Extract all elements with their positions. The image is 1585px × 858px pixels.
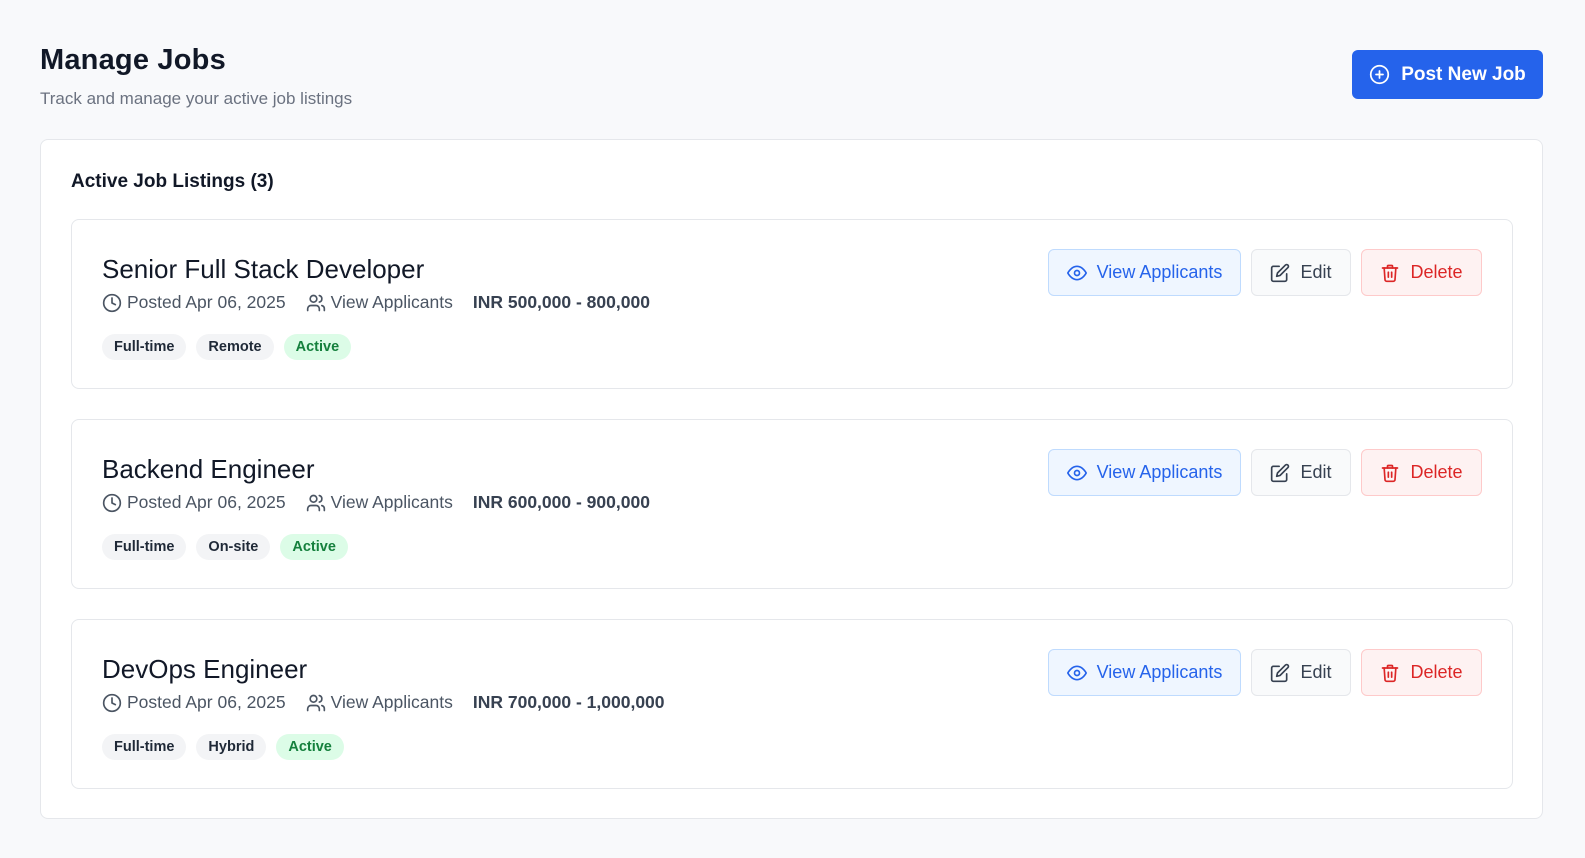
work-mode-tag: On-site (196, 534, 271, 560)
job-actions: View Applicants Edit Delete (1048, 649, 1482, 696)
applicants-link-text: View Applicants (330, 692, 453, 712)
view-applicants-button[interactable]: View Applicants (1048, 649, 1241, 696)
listings-title: Active Job Listings (3) (71, 171, 274, 192)
posted-date: Posted Apr 06, 2025 (102, 492, 286, 513)
clock-icon (102, 693, 122, 712)
delete-button[interactable]: Delete (1361, 449, 1482, 496)
view-applicants-label: View Applicants (1096, 262, 1223, 282)
page-subtitle: Track and manage your active job listing… (40, 89, 353, 108)
eye-icon (1066, 665, 1087, 680)
applicants-link[interactable]: View Applicants (306, 292, 453, 313)
view-applicants-button[interactable]: View Applicants (1048, 249, 1241, 296)
edit-button[interactable]: Edit (1251, 449, 1351, 496)
edit-button[interactable]: Edit (1251, 249, 1351, 296)
job-title: DevOps Engineer (102, 654, 308, 684)
employment-type-tag: Full-time (102, 734, 187, 760)
posted-date-text: Posted Apr 06, 2025 (127, 492, 286, 512)
job-tags: Full-time Remote Active (102, 334, 352, 360)
job-tags: Full-time On-site Active (102, 534, 348, 560)
posted-date: Posted Apr 06, 2025 (102, 692, 286, 713)
trash-icon (1382, 464, 1399, 482)
employment-type-tag: Full-time (102, 334, 187, 360)
eye-icon (1066, 265, 1087, 280)
delete-label: Delete (1410, 462, 1463, 482)
employment-type-tag: Full-time (102, 534, 187, 560)
job-tags: Full-time Hybrid Active (102, 734, 344, 760)
clock-icon (102, 293, 122, 312)
users-icon (306, 294, 325, 311)
edit-icon (1271, 263, 1290, 282)
posted-date-text: Posted Apr 06, 2025 (127, 292, 286, 312)
trash-icon (1382, 264, 1399, 282)
status-badge: Active (280, 534, 348, 560)
eye-icon (1066, 465, 1087, 480)
users-icon (306, 694, 325, 711)
delete-button[interactable]: Delete (1361, 649, 1482, 696)
job-meta: Posted Apr 06, 2025 View Applicants INR … (102, 292, 650, 313)
post-new-job-label: Post New Job (1401, 63, 1526, 85)
post-new-job-button[interactable]: Post New Job (1352, 50, 1543, 99)
job-listings-panel: Active Job Listings (3) Senior Full Stac… (40, 139, 1543, 819)
job-actions: View Applicants Edit Delete (1048, 249, 1482, 296)
clock-icon (102, 493, 122, 512)
page-title: Manage Jobs (40, 44, 226, 76)
applicants-link[interactable]: View Applicants (306, 692, 453, 713)
job-card: Backend Engineer Posted Apr 06, 2025 Vie… (71, 419, 1513, 589)
edit-label: Edit (1300, 462, 1332, 482)
applicants-link[interactable]: View Applicants (306, 492, 453, 513)
job-meta: Posted Apr 06, 2025 View Applicants INR … (102, 492, 650, 513)
applicants-link-text: View Applicants (330, 292, 453, 312)
work-mode-tag: Hybrid (196, 734, 267, 760)
view-applicants-button[interactable]: View Applicants (1048, 449, 1241, 496)
posted-date: Posted Apr 06, 2025 (102, 292, 286, 313)
salary-range: INR 700,000 - 1,000,000 (472, 692, 665, 712)
applicants-link-text: View Applicants (330, 492, 453, 512)
edit-icon (1271, 663, 1290, 682)
posted-date-text: Posted Apr 06, 2025 (127, 692, 286, 712)
job-actions: View Applicants Edit Delete (1048, 449, 1482, 496)
plus-circle-icon (1370, 64, 1390, 85)
view-applicants-label: View Applicants (1096, 662, 1223, 682)
work-mode-tag: Remote (196, 334, 274, 360)
status-badge: Active (276, 734, 344, 760)
edit-button[interactable]: Edit (1251, 649, 1351, 696)
trash-icon (1382, 664, 1399, 682)
manage-jobs-page: Manage Jobs Track and manage your active… (0, 0, 1585, 858)
users-icon (306, 494, 325, 511)
salary-range: INR 500,000 - 800,000 (472, 292, 650, 312)
salary-range: INR 600,000 - 900,000 (472, 492, 650, 512)
delete-button[interactable]: Delete (1361, 249, 1482, 296)
delete-label: Delete (1410, 662, 1463, 682)
edit-label: Edit (1300, 662, 1332, 682)
delete-label: Delete (1410, 262, 1463, 282)
job-meta: Posted Apr 06, 2025 View Applicants INR … (102, 692, 665, 713)
job-title: Backend Engineer (102, 454, 315, 484)
job-title: Senior Full Stack Developer (102, 254, 425, 284)
edit-label: Edit (1300, 262, 1332, 282)
status-badge: Active (283, 334, 352, 360)
job-card: Senior Full Stack Developer Posted Apr 0… (71, 219, 1513, 389)
job-card: DevOps Engineer Posted Apr 06, 2025 View… (71, 619, 1513, 789)
view-applicants-label: View Applicants (1096, 462, 1223, 482)
page-header: Manage Jobs Track and manage your active… (40, 44, 352, 109)
edit-icon (1271, 463, 1290, 482)
